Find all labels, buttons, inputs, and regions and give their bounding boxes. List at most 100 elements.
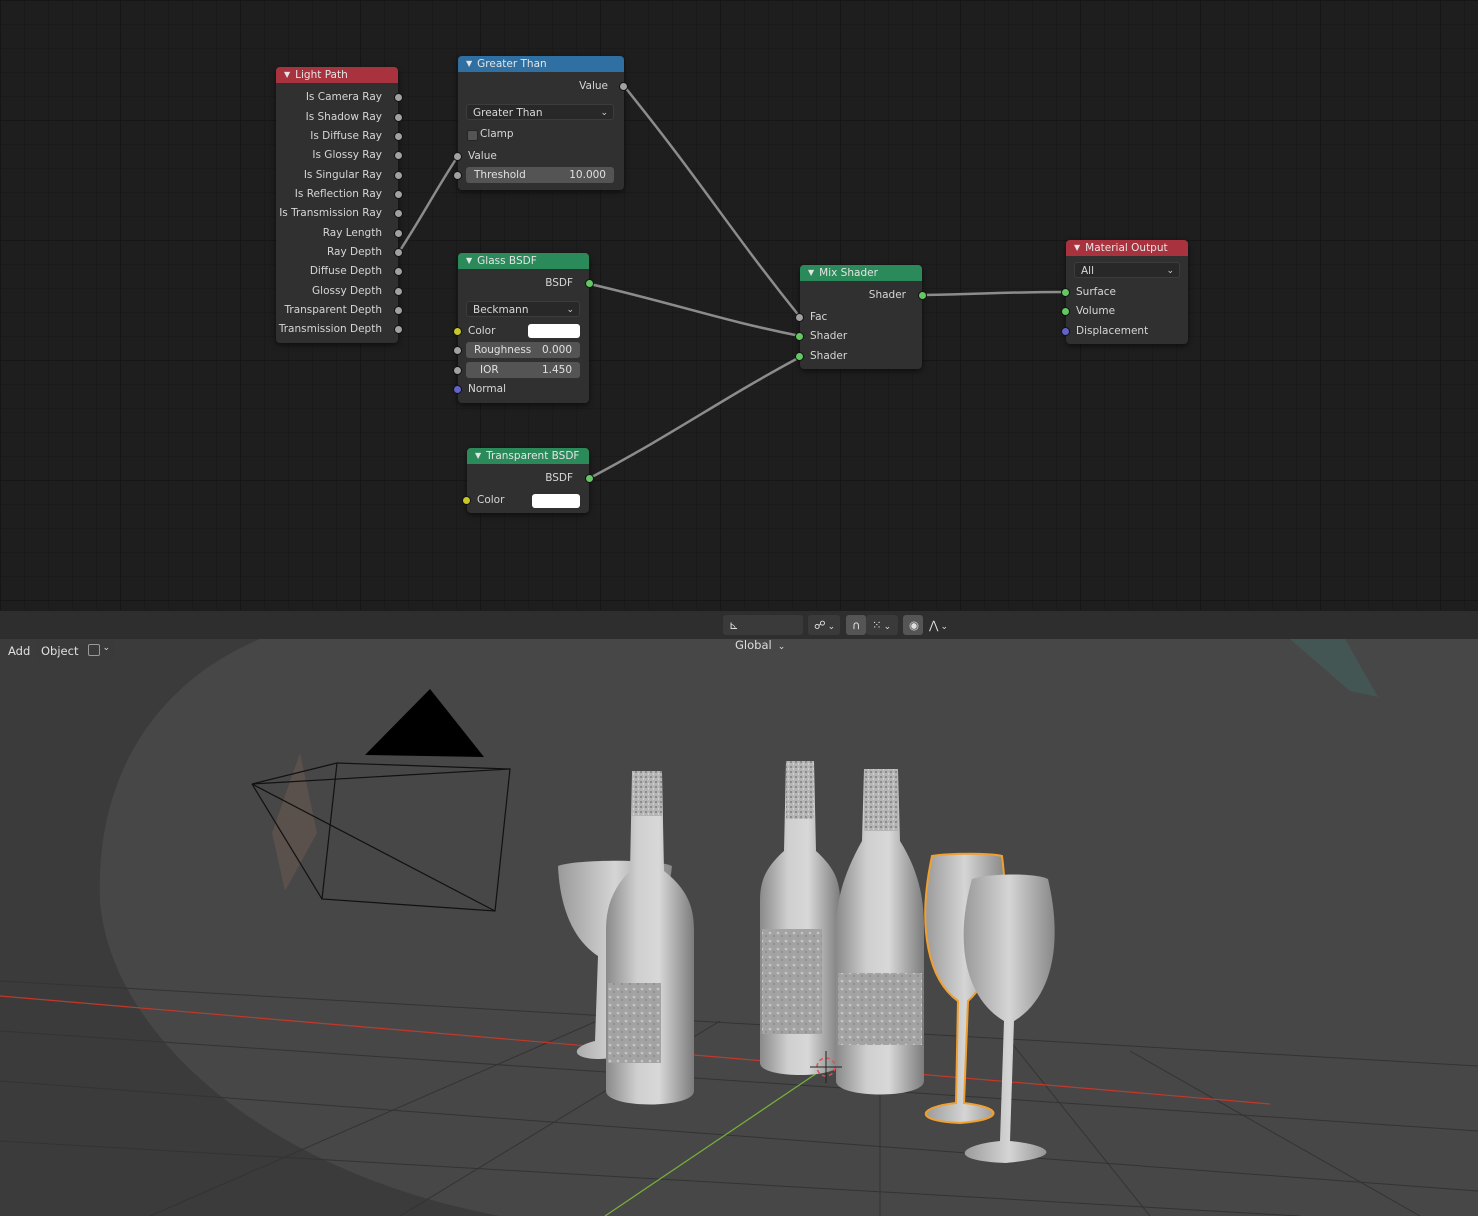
output-is-glossy-ray: Is Glossy Ray <box>312 149 382 161</box>
roughness-field[interactable]: Roughness 0.000 <box>466 342 580 358</box>
socket-is-camera-ray[interactable] <box>394 93 403 102</box>
output-is-reflection-ray: Is Reflection Ray <box>294 188 382 200</box>
output-target-dropdown[interactable]: All ⌄ <box>1074 262 1180 278</box>
socket-normal[interactable] <box>453 385 462 394</box>
collapse-triangle-icon[interactable]: ▼ <box>475 451 481 460</box>
socket-is-singular-ray[interactable] <box>394 171 403 180</box>
falloff-dropdown[interactable]: ⋀ ⌄ <box>923 615 953 635</box>
mode-dropdown[interactable]: ⌄ <box>83 641 114 661</box>
object-menu[interactable]: Object <box>37 641 83 661</box>
ior-field[interactable]: IOR 1.450 <box>466 362 580 378</box>
output-is-shadow-ray: Is Shadow Ray <box>305 111 382 123</box>
collapse-triangle-icon[interactable]: ▼ <box>466 59 472 68</box>
snap-grid-icon: ⁙ <box>872 618 882 632</box>
output-ray-length: Ray Length <box>322 227 382 239</box>
socket-is-glossy-ray[interactable] <box>394 151 403 160</box>
socket-roughness[interactable] <box>453 346 462 355</box>
glass-color-label: Color <box>468 325 496 337</box>
greater-than-node[interactable]: ▼ Greater Than Value Greater Than ⌄ Clamp … <box>453 56 628 190</box>
socket-ray-length[interactable] <box>394 229 403 238</box>
input-value-label: Value <box>468 150 497 162</box>
light-path-node[interactable]: ▼ Light Path Is Camera Ray Is Shadow Ray … <box>276 67 403 343</box>
socket-transparent-color[interactable] <box>462 496 471 505</box>
socket-shader-1[interactable] <box>795 332 804 341</box>
pivot-point-dropdown[interactable]: ☍ ⌄ <box>808 615 840 635</box>
socket-is-reflection-ray[interactable] <box>394 190 403 199</box>
socket-glossy-depth[interactable] <box>394 287 403 296</box>
socket-threshold[interactable] <box>453 171 462 180</box>
socket-mix-shader-output[interactable] <box>918 291 927 300</box>
glass-color-swatch[interactable] <box>528 324 580 338</box>
chevron-down-icon: ⌄ <box>600 108 608 118</box>
socket-volume[interactable] <box>1061 307 1070 316</box>
volume-label: Volume <box>1076 305 1116 317</box>
proportional-edit-icon: ◉ <box>909 618 920 632</box>
clamp-label: Clamp <box>480 128 514 140</box>
socket-transmission-depth[interactable] <box>394 325 403 334</box>
transparent-color-label: Color <box>477 494 505 506</box>
snap-magnet-icon: ∩ <box>852 618 861 632</box>
distribution-dropdown[interactable]: Beckmann ⌄ <box>466 301 580 317</box>
proportional-edit-toggle[interactable]: ◉ <box>903 615 923 635</box>
link-glass-to-shader <box>589 282 801 338</box>
clamp-checkbox[interactable] <box>467 130 478 141</box>
shader-node-editor[interactable]: ▼ Light Path Is Camera Ray Is Shadow Ray … <box>0 0 1478 610</box>
3d-viewport[interactable]: ⊾ Global ⌄ ☍ ⌄ ∩ ⁙ ⌄ ◉ ⋀ ⌄ Add Object ⌄ <box>0 611 1478 1216</box>
mix-shader-header[interactable]: ▼ Mix Shader <box>800 265 922 281</box>
chevron-down-icon: ⌄ <box>777 642 786 652</box>
transparent-bsdf-node[interactable]: ▼ Transparent BSDF BSDF Color <box>462 448 594 513</box>
collapse-triangle-icon[interactable]: ▼ <box>1074 243 1080 252</box>
link-transparent-to-shader <box>589 355 801 480</box>
link-raydepth-to-value <box>397 155 460 253</box>
threshold-field[interactable]: Threshold 10.000 <box>466 167 614 183</box>
node-links <box>397 85 1067 480</box>
socket-ray-depth[interactable] <box>394 248 403 257</box>
object-mode-icon <box>88 644 100 656</box>
socket-displacement[interactable] <box>1061 327 1070 336</box>
socket-glass-color[interactable] <box>453 327 462 336</box>
link-shader-to-surface <box>922 290 1067 297</box>
fac-label: Fac <box>810 311 828 323</box>
viewport-scene <box>0 611 1478 1216</box>
snap-toggle[interactable]: ∩ <box>846 615 866 635</box>
output-shader-label: Shader <box>868 289 906 301</box>
glass-bsdf-header[interactable]: ▼ Glass BSDF <box>458 253 589 269</box>
transparent-bsdf-header[interactable]: ▼ Transparent BSDF <box>467 448 589 464</box>
greater-than-header[interactable]: ▼ Greater Than <box>458 56 624 72</box>
snap-target-dropdown[interactable]: ⁙ ⌄ <box>866 615 898 635</box>
socket-glass-bsdf-output[interactable] <box>585 279 594 288</box>
socket-is-transmission-ray[interactable] <box>394 209 403 218</box>
socket-is-diffuse-ray[interactable] <box>394 132 403 141</box>
mix-shader-node[interactable]: ▼ Mix Shader Shader Fac Shader Shader <box>795 265 927 369</box>
falloff-curve-icon: ⋀ <box>929 618 939 632</box>
socket-shader-2[interactable] <box>795 352 804 361</box>
material-output-node[interactable]: ▼ Material Output All ⌄ Surface Volume Dis… <box>1061 240 1188 344</box>
socket-output-value[interactable] <box>619 82 628 91</box>
collapse-triangle-icon[interactable]: ▼ <box>284 70 290 79</box>
material-output-header[interactable]: ▼ Material Output <box>1066 240 1188 256</box>
output-diffuse-depth: Diffuse Depth <box>309 265 382 277</box>
socket-is-shadow-ray[interactable] <box>394 113 403 122</box>
socket-transparent-depth[interactable] <box>394 306 403 315</box>
output-transmission-depth: Transmission Depth <box>278 323 382 335</box>
transform-orientation-dropdown[interactable]: ⊾ Global ⌄ <box>723 615 803 652</box>
socket-transparent-bsdf-output[interactable] <box>585 474 594 483</box>
output-glossy-depth: Glossy Depth <box>312 285 382 297</box>
output-is-transmission-ray: Is Transmission Ray <box>279 207 382 219</box>
socket-input-value[interactable] <box>453 152 462 161</box>
collapse-triangle-icon[interactable]: ▼ <box>808 268 814 277</box>
shader-2-label: Shader <box>810 350 848 362</box>
operation-dropdown[interactable]: Greater Than ⌄ <box>466 104 614 120</box>
socket-fac[interactable] <box>795 313 804 322</box>
glass-bsdf-node[interactable]: ▼ Glass BSDF BSDF Beckmann ⌄ Color Roughne… <box>453 253 594 403</box>
light-path-header[interactable]: ▼ Light Path <box>276 67 398 83</box>
pivot-link-icon: ☍ <box>814 618 826 632</box>
socket-ior[interactable] <box>453 366 462 375</box>
collapse-triangle-icon[interactable]: ▼ <box>466 256 472 265</box>
viewport-header: ⊾ Global ⌄ ☍ ⌄ ∩ ⁙ ⌄ ◉ ⋀ ⌄ <box>0 611 1478 652</box>
socket-diffuse-depth[interactable] <box>394 267 403 276</box>
add-menu[interactable]: Add <box>4 641 34 661</box>
transparent-color-swatch[interactable] <box>532 494 580 508</box>
socket-surface[interactable] <box>1061 288 1070 297</box>
output-transparent-depth: Transparent Depth <box>284 304 382 316</box>
